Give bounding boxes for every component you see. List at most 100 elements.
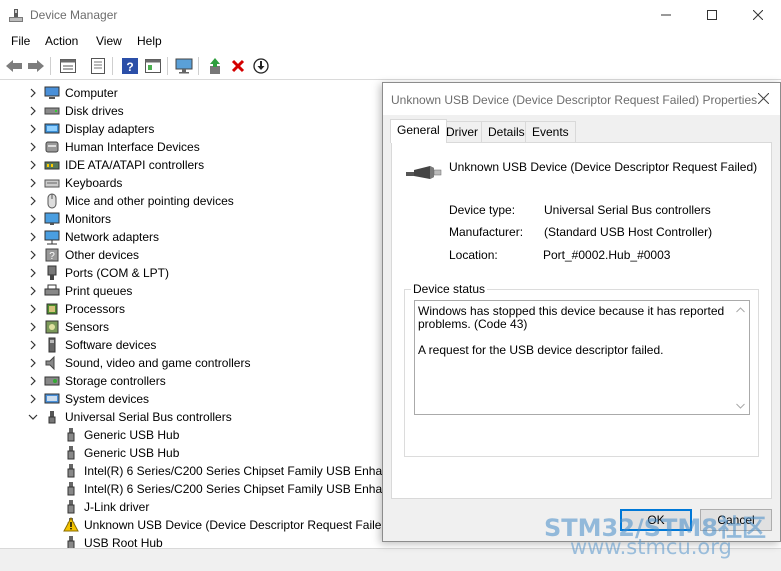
menu-file[interactable]: File: [11, 34, 30, 48]
tree-category-universal-serial-bus-controllers[interactable]: Universal Serial Bus controllers: [0, 408, 383, 426]
tree-category-mice-and-other-pointing-devices[interactable]: Mice and other pointing devices: [0, 192, 383, 210]
manufacturer-value: (Standard USB Host Controller): [544, 225, 713, 239]
keyboard-icon: [44, 179, 60, 188]
tree-category-print-queues[interactable]: Print queues: [0, 282, 383, 300]
minimize-button[interactable]: [643, 0, 689, 30]
chevron-right-icon[interactable]: [28, 213, 38, 225]
tree-category-processors[interactable]: Processors: [0, 300, 383, 318]
tree-category-software-devices[interactable]: Software devices: [0, 336, 383, 354]
tree-category-ports-com-lpt[interactable]: Ports (COM & LPT): [0, 264, 383, 282]
chevron-right-icon[interactable]: [28, 159, 38, 171]
window-title: Device Manager: [30, 8, 118, 22]
tab-events[interactable]: Events: [525, 121, 576, 142]
show-hidden-button[interactable]: [88, 56, 108, 76]
tree-device-unknown-usb[interactable]: Unknown USB Device (Device Descriptor Re…: [0, 516, 383, 534]
dialog-close-button[interactable]: [754, 89, 772, 107]
tree-device[interactable]: Generic USB Hub: [0, 444, 383, 462]
tree-category-sensors[interactable]: Sensors: [0, 318, 383, 336]
usb-device-icon: [67, 428, 75, 442]
chevron-right-icon[interactable]: [28, 357, 38, 369]
disable-device-button[interactable]: [251, 56, 271, 76]
dialog-title-bar: Unknown USB Device (Device Descriptor Re…: [383, 83, 780, 115]
printer-icon: [44, 284, 60, 296]
properties-grid-button[interactable]: [58, 56, 78, 76]
update-view-button[interactable]: [143, 56, 163, 76]
svg-text:?: ?: [126, 60, 133, 74]
device-tree[interactable]: Computer Disk drives Display adapters Human…: [0, 82, 383, 548]
tab-general[interactable]: General: [390, 119, 447, 143]
device-status-textbox[interactable]: Windows has stopped this device because …: [414, 300, 750, 415]
sound-icon: [45, 355, 55, 371]
back-button[interactable]: [4, 56, 24, 76]
tree-category-keyboards[interactable]: Keyboards: [0, 174, 383, 192]
menu-action[interactable]: Action: [45, 34, 78, 48]
device-name: Unknown USB Device (Device Descriptor Re…: [449, 160, 758, 174]
tree-device-label: Intel(R) 6 Series/C200 Series Chipset Fa…: [84, 464, 383, 478]
toolbar-separator: [50, 57, 51, 75]
chevron-right-icon[interactable]: [28, 393, 38, 405]
tree-category-system-devices[interactable]: System devices: [0, 390, 383, 408]
chevron-right-icon[interactable]: [28, 141, 38, 153]
chevron-right-icon[interactable]: [28, 105, 38, 117]
chevron-right-icon[interactable]: [28, 177, 38, 189]
tree-category-label: Computer: [65, 86, 118, 100]
chevron-right-icon[interactable]: [28, 339, 38, 351]
forward-button[interactable]: [26, 56, 46, 76]
uninstall-button[interactable]: [228, 56, 248, 76]
tree-category-display-adapters[interactable]: Display adapters: [0, 120, 383, 138]
ok-button[interactable]: OK: [620, 509, 692, 531]
chevron-right-icon[interactable]: [28, 87, 38, 99]
scroll-up-arrow-icon[interactable]: [735, 304, 746, 314]
tree-category-monitors[interactable]: Monitors: [0, 210, 383, 228]
tree-category-ide-ata-atapi-controllers[interactable]: IDE ATA/ATAPI controllers: [0, 156, 383, 174]
tree-category-disk-drives[interactable]: Disk drives: [0, 102, 383, 120]
tree-category-label: Disk drives: [65, 104, 124, 118]
maximize-button[interactable]: [689, 0, 735, 30]
tree-category-label: Storage controllers: [65, 374, 166, 388]
chevron-right-icon[interactable]: [28, 285, 38, 297]
software-device-icon: [48, 337, 56, 353]
maximize-icon: [707, 10, 717, 20]
monitor-icon: [44, 212, 60, 225]
tree-device-label: Generic USB Hub: [84, 428, 180, 442]
cancel-button[interactable]: Cancel: [700, 509, 772, 531]
tree-category-human-interface-devices[interactable]: Human Interface Devices: [0, 138, 383, 156]
tree-device[interactable]: J-Link driver: [0, 498, 383, 516]
chevron-right-icon[interactable]: [28, 375, 38, 387]
chevron-right-icon[interactable]: [28, 303, 38, 315]
tree-category-label: Keyboards: [65, 176, 123, 190]
chevron-right-icon[interactable]: [28, 123, 38, 135]
tree-device[interactable]: Intel(R) 6 Series/C200 Series Chipset Fa…: [0, 462, 383, 480]
tree-category-network-adapters[interactable]: Network adapters: [0, 228, 383, 246]
tree-category-other-devices[interactable]: ? Other devices: [0, 246, 383, 264]
scan-monitor-icon: [175, 58, 193, 74]
usb-controller-icon: [48, 411, 56, 424]
device-status-title: Device status: [411, 282, 488, 296]
tree-category-storage-controllers[interactable]: Storage controllers: [0, 372, 383, 390]
tree-device[interactable]: USB Root Hub: [0, 534, 383, 548]
tree-device[interactable]: Generic USB Hub: [0, 426, 383, 444]
chevron-right-icon[interactable]: [28, 321, 38, 333]
scan-hardware-button[interactable]: [174, 56, 194, 76]
tree-category-sound-video-and-game-controllers[interactable]: Sound, video and game controllers: [0, 354, 383, 372]
scroll-down-arrow-icon[interactable]: [735, 400, 746, 410]
tree-device[interactable]: Intel(R) 6 Series/C200 Series Chipset Fa…: [0, 480, 383, 498]
chevron-right-icon[interactable]: [28, 195, 38, 207]
status-scrollbar[interactable]: [732, 301, 749, 414]
disable-down-icon: [253, 58, 269, 74]
chevron-right-icon[interactable]: [28, 231, 38, 243]
menu-view[interactable]: View: [96, 34, 122, 48]
device-type-label: Device type:: [449, 203, 516, 217]
update-driver-button[interactable]: [205, 56, 225, 76]
chevron-right-icon[interactable]: [28, 249, 38, 261]
computer-icon: [44, 86, 60, 99]
menu-help[interactable]: Help: [137, 34, 162, 48]
sensor-icon: [45, 320, 59, 334]
close-button[interactable]: [735, 0, 781, 30]
tree-category-computer[interactable]: Computer: [0, 84, 383, 102]
help-button[interactable]: ?: [120, 56, 140, 76]
show-hidden-icon: [91, 58, 105, 74]
chevron-down-icon[interactable]: [28, 411, 38, 423]
tree-category-label: Sensors: [65, 320, 110, 334]
chevron-right-icon[interactable]: [28, 267, 38, 279]
